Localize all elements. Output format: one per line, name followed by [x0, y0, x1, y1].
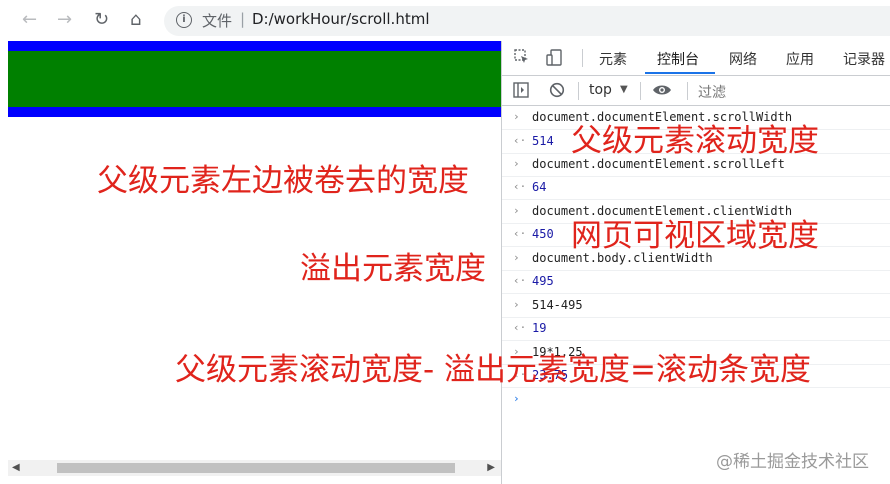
tab-elements[interactable]: 元素 — [599, 49, 627, 69]
eye-icon[interactable] — [652, 82, 672, 102]
console-result-row: ‹· 495 — [502, 270, 890, 294]
sidebar-toggle-icon[interactable] — [513, 82, 529, 102]
toolbar-divider — [578, 82, 579, 100]
console-result-text: 514 — [532, 134, 554, 148]
console-result-row: ‹· 19 — [502, 317, 890, 341]
annotation-scroll-left: 父级元素左边被卷去的宽度 — [97, 163, 469, 199]
info-icon[interactable]: i — [176, 12, 192, 28]
tab-divider — [582, 49, 583, 67]
console-input-text: document.documentElement.scrollLeft — [532, 157, 785, 171]
console-result-text: 19 — [532, 321, 547, 335]
browser-toolbar: ← → ↻ ⌂ i 文件 | D:/workHour/scroll.html — [0, 0, 890, 41]
annotation-formula: 父级元素滚动宽度- 溢出元素宽度=滚动条宽度 — [175, 352, 812, 388]
device-toolbar-icon[interactable] — [546, 49, 562, 66]
input-arrow-icon: › — [513, 251, 520, 264]
home-icon[interactable]: ⌂ — [130, 9, 141, 30]
horizontal-scrollbar[interactable]: ◀ ▶ — [8, 460, 501, 476]
address-scheme-label: 文件 — [202, 12, 233, 30]
context-caret-icon[interactable]: ▼ — [620, 84, 628, 95]
input-arrow-icon: › — [513, 157, 520, 170]
tab-recorder[interactable]: 记录器 — [843, 49, 885, 69]
back-icon[interactable]: ← — [22, 9, 37, 30]
input-arrow-icon: › — [513, 204, 520, 217]
toolbar-divider — [640, 82, 641, 100]
console-input-text: 514-495 — [532, 298, 583, 312]
active-tab-indicator — [645, 72, 715, 74]
console-input-row[interactable]: › 514-495 — [502, 294, 890, 318]
tab-console[interactable]: 控制台 — [657, 49, 699, 69]
input-arrow-icon: › — [513, 298, 520, 311]
result-arrow-icon: ‹· — [513, 274, 527, 287]
scroll-left-arrow-icon[interactable]: ◀ — [12, 462, 20, 473]
result-arrow-icon: ‹· — [513, 227, 527, 240]
console-result-text: 450 — [532, 227, 554, 241]
console-result-text: 495 — [532, 274, 554, 288]
annotation-scroll-width: 父级元素滚动宽度 — [571, 123, 819, 159]
annotation-client-width: 网页可视区域宽度 — [571, 218, 819, 254]
prompt-arrow-icon: › — [513, 392, 520, 405]
inspect-cursor-icon[interactable] — [514, 49, 530, 65]
console-input-text: document.documentElement.scrollWidth — [532, 110, 793, 124]
result-arrow-icon: ‹· — [513, 180, 527, 193]
address-url[interactable]: D:/workHour/scroll.html — [252, 10, 430, 28]
context-selector[interactable]: top — [589, 82, 612, 98]
toolbar-divider — [687, 82, 688, 100]
watermark: @稀土掘金技术社区 — [716, 452, 869, 472]
tab-application[interactable]: 应用 — [786, 49, 814, 69]
console-result-row: ‹· 64 — [502, 176, 890, 200]
result-arrow-icon: ‹· — [513, 134, 527, 147]
devtools-tab-bar: 元素 控制台 网络 应用 记录器 — [502, 41, 890, 76]
scrollbar-thumb[interactable] — [57, 463, 455, 473]
console-toolbar: top ▼ 过滤 — [502, 76, 890, 106]
clear-console-icon[interactable] — [549, 82, 565, 102]
filter-input[interactable]: 过滤 — [698, 82, 726, 102]
address-bar[interactable]: i 文件 | D:/workHour/scroll.html — [164, 6, 890, 36]
devtools-panel: 元素 控制台 网络 应用 记录器 top ▼ 过滤 › document.doc… — [501, 41, 890, 484]
address-separator: | — [240, 10, 246, 28]
tab-network[interactable]: 网络 — [729, 49, 757, 69]
result-arrow-icon: ‹· — [513, 321, 527, 334]
overflow-child-box — [8, 51, 501, 107]
reload-icon[interactable]: ↻ — [94, 9, 109, 30]
console-input-text: document.documentElement.clientWidth — [532, 204, 793, 218]
console-prompt-row[interactable]: › — [502, 388, 890, 411]
forward-icon[interactable]: → — [57, 9, 72, 30]
scroll-right-arrow-icon[interactable]: ▶ — [487, 462, 495, 473]
console-result-text: 64 — [532, 180, 547, 194]
annotation-body-width: 溢出元素宽度 — [300, 251, 486, 287]
input-arrow-icon: › — [513, 110, 520, 123]
